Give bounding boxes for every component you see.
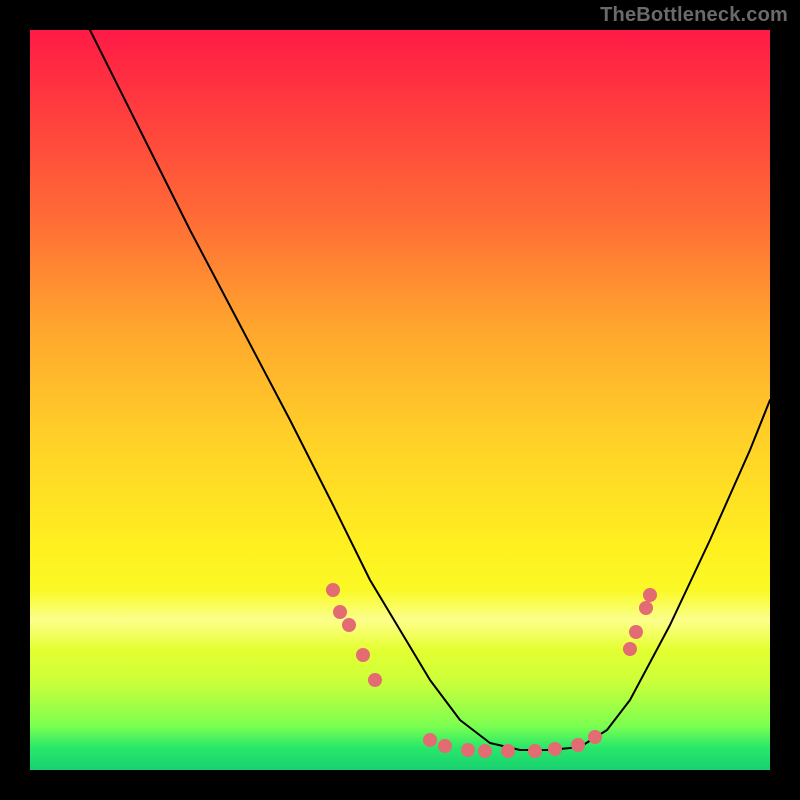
curve-marker bbox=[438, 739, 452, 753]
curve-layer bbox=[30, 30, 770, 770]
curve-marker bbox=[629, 625, 643, 639]
chart-frame: TheBottleneck.com bbox=[0, 0, 800, 800]
curve-marker bbox=[356, 648, 370, 662]
curve-marker bbox=[588, 730, 602, 744]
curve-marker bbox=[623, 642, 637, 656]
curve-marker bbox=[639, 601, 653, 615]
curve-marker bbox=[423, 733, 437, 747]
curve-marker bbox=[461, 743, 475, 757]
curve-markers bbox=[326, 583, 657, 758]
curve-marker bbox=[326, 583, 340, 597]
curve-marker bbox=[643, 588, 657, 602]
curve-marker bbox=[528, 744, 542, 758]
curve-marker bbox=[478, 744, 492, 758]
watermark-text: TheBottleneck.com bbox=[600, 4, 788, 27]
curve-marker bbox=[571, 738, 585, 752]
plot-area bbox=[30, 30, 770, 770]
curve-marker bbox=[368, 673, 382, 687]
curve-marker bbox=[501, 744, 515, 758]
curve-marker bbox=[333, 605, 347, 619]
curve-marker bbox=[342, 618, 356, 632]
bottleneck-curve bbox=[90, 30, 770, 750]
curve-marker bbox=[548, 742, 562, 756]
